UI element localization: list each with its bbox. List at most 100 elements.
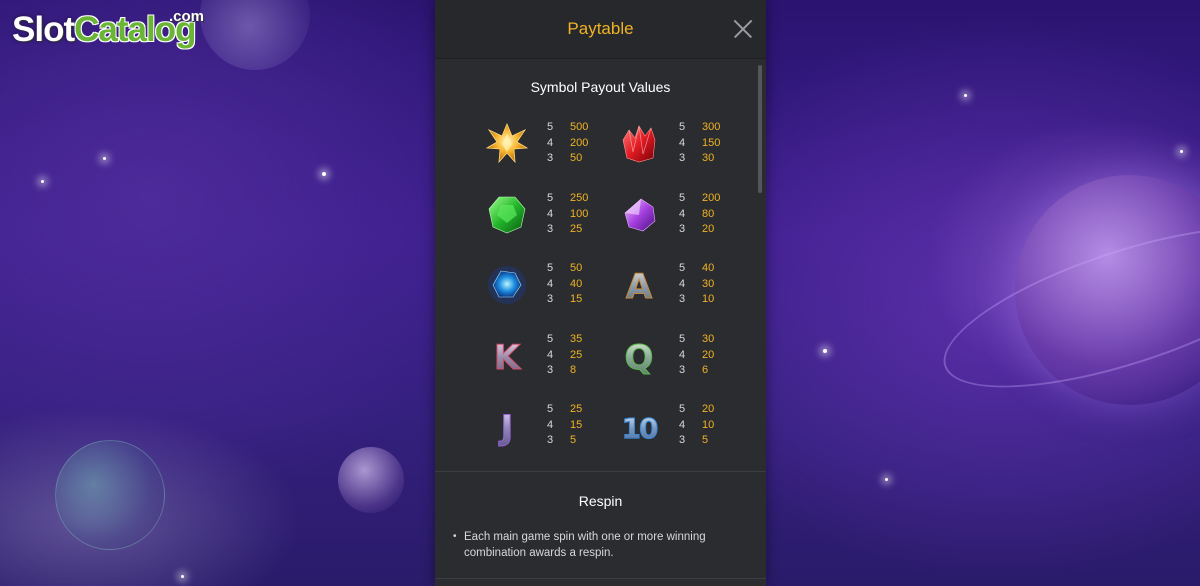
payout-value: 15 (570, 293, 583, 305)
payout-count: 3 (547, 434, 554, 446)
payout-value: 30 (702, 152, 715, 164)
payout-value: 20 (702, 403, 715, 415)
payout-count: 3 (547, 152, 554, 164)
payout-value: 150 (702, 136, 721, 149)
payout-count: 3 (547, 293, 554, 305)
payout-count: 3 (679, 364, 686, 376)
payout-value: 25 (570, 348, 583, 361)
payout-count: 4 (679, 277, 686, 290)
payout-count: 5 (547, 403, 554, 415)
symbol-cell-green-crystal: 5 4 3 250 100 25 (485, 192, 625, 247)
payout-value: 250 (570, 192, 589, 204)
background-planet (55, 440, 165, 550)
symbol-cell-red-crystal: 5 4 3 300 150 30 (617, 121, 757, 176)
letter-j-glyph: J (499, 408, 514, 448)
number-10-glyph: 10 (622, 412, 658, 445)
payout-count: 4 (547, 136, 554, 149)
background-star (1180, 150, 1183, 153)
background-star (181, 575, 184, 578)
payout-value: 40 (570, 277, 583, 290)
payout-value: 500 (570, 121, 589, 133)
payout-count: 5 (679, 192, 686, 204)
background-planet (338, 447, 404, 513)
payout-value: 5 (702, 434, 709, 446)
payout-count: 3 (547, 223, 554, 235)
paytable-title: Paytable (567, 19, 634, 38)
payout-count: 3 (547, 364, 554, 376)
payout-count: 4 (679, 348, 686, 361)
payout-count: 4 (547, 348, 554, 361)
background-planet (200, 0, 310, 70)
symbol-cell-purple-crystal: 5 4 3 200 80 20 (617, 192, 757, 247)
payout-value: 300 (702, 121, 721, 133)
letter-a-icon: A (617, 263, 659, 308)
payout-count: 4 (547, 207, 554, 220)
payout-value: 50 (570, 152, 583, 164)
payout-value: 6 (702, 364, 709, 376)
payout-count: 5 (679, 262, 686, 274)
red-crystal-icon (617, 122, 659, 166)
number-10-icon: 10 (617, 404, 660, 448)
symbol-cell-letter-a: A 5 4 3 40 30 10 (617, 262, 757, 317)
symbol-cell-yellow-crystal: 5 4 3 500 200 50 (485, 121, 625, 176)
payout-count: 5 (547, 192, 554, 204)
payout-count: 3 (679, 152, 686, 164)
payout-count: 4 (679, 136, 686, 149)
background-star (885, 478, 888, 481)
green-crystal-icon (485, 193, 527, 237)
logo-text-slot: Slot (12, 10, 75, 49)
logo-text-com: .com (169, 8, 205, 25)
payout-value: 5 (570, 434, 577, 446)
bullet-icon: • (453, 531, 457, 542)
payout-value: 40 (702, 262, 715, 274)
payout-value: 20 (702, 348, 715, 361)
payout-value: 25 (570, 223, 583, 235)
blue-crystal-icon (485, 263, 527, 307)
symbol-cell-letter-k: K 5 4 3 35 25 8 (485, 333, 625, 388)
payout-count: 5 (547, 333, 554, 345)
symbol-cell-letter-q: Q 5 4 3 30 20 6 (617, 333, 757, 388)
payout-count: 4 (547, 418, 554, 431)
payout-value: 8 (570, 364, 577, 376)
background-star (41, 180, 44, 183)
slotcatalog-logo: SlotCatalog .com (12, 8, 204, 50)
payout-count: 5 (547, 262, 554, 274)
payout-count: 5 (679, 121, 686, 133)
payout-value: 200 (702, 192, 721, 204)
paytable-header: Paytable (435, 0, 766, 59)
payout-value: 35 (570, 333, 583, 345)
payout-value: 100 (570, 207, 589, 220)
payout-count: 4 (679, 207, 686, 220)
letter-k-glyph: K (494, 338, 522, 378)
section-divider (435, 578, 766, 579)
payout-value: 10 (702, 293, 715, 305)
background-star (964, 94, 967, 97)
symbol-cell-number-10: 10 5 4 3 20 10 5 (617, 403, 757, 458)
letter-j-icon: J (485, 404, 527, 449)
payout-count: 4 (547, 277, 554, 290)
letter-q-icon: Q (617, 334, 659, 379)
letter-q-glyph: Q (625, 338, 654, 378)
paytable-panel: Paytable Symbol Payout Values 5 4 3 500 … (435, 0, 766, 586)
payout-value: 30 (702, 277, 715, 290)
payout-count: 3 (679, 293, 686, 305)
payout-value: 25 (570, 403, 583, 415)
symbol-cell-letter-j: J 5 4 3 25 15 5 (485, 403, 625, 458)
payout-count: 3 (679, 434, 686, 446)
payout-value: 80 (702, 207, 715, 220)
symbol-payout-title: Symbol Payout Values (530, 79, 671, 95)
payout-value: 50 (570, 262, 583, 274)
payout-value: 15 (570, 418, 583, 431)
yellow-crystal-icon (485, 122, 529, 166)
symbol-cell-blue-crystal: 5 4 3 50 40 15 (485, 262, 625, 317)
letter-a-glyph: A (626, 267, 653, 307)
payout-value: 200 (570, 136, 589, 149)
payout-count: 5 (679, 333, 686, 345)
letter-k-icon: K (485, 334, 527, 379)
payout-count: 3 (679, 223, 686, 235)
payout-value: 30 (702, 333, 715, 345)
respin-title: Respin (578, 493, 623, 509)
background-star (823, 349, 827, 353)
close-icon[interactable] (733, 19, 753, 39)
payout-value: 10 (702, 418, 715, 431)
